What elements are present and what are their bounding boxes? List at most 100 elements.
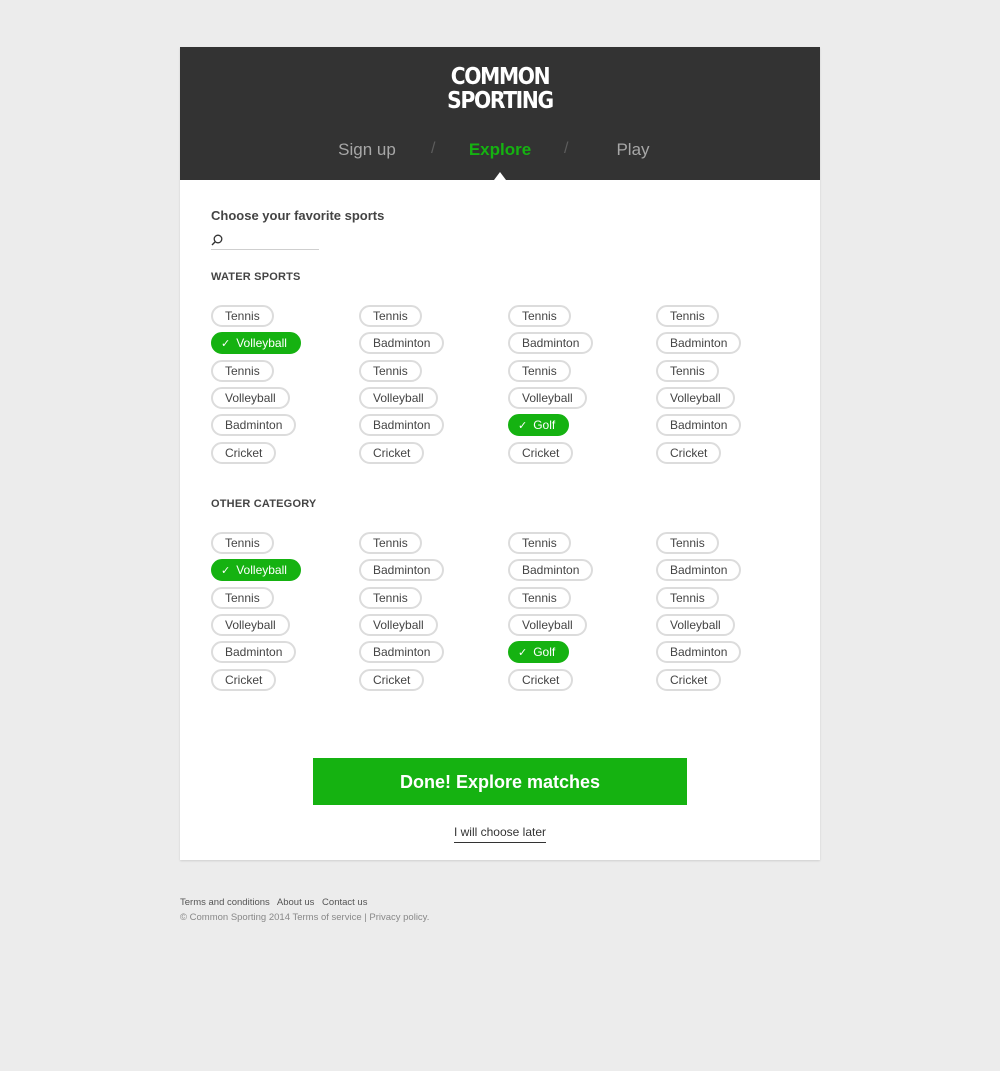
footer-link-about[interactable]: About us: [277, 897, 315, 908]
sport-chip-tennis[interactable]: ✓Tennis: [359, 305, 422, 327]
sport-chip-label: Cricket: [670, 673, 708, 687]
sport-chip-label: Badminton: [670, 645, 728, 659]
header: COMMON SPORTING Sign up / Explore / Play: [180, 47, 820, 180]
sport-chip-tennis[interactable]: ✓Tennis: [508, 360, 571, 382]
sport-chip-tennis[interactable]: ✓Tennis: [211, 532, 274, 554]
sport-chip-volleyball[interactable]: ✓Volleyball: [508, 387, 587, 409]
sport-chip-label: Cricket: [225, 673, 263, 687]
sport-chip-cricket[interactable]: ✓Cricket: [359, 442, 425, 464]
sport-chip-volleyball[interactable]: ✓Volleyball: [211, 614, 290, 636]
sport-chip-label: Badminton: [522, 336, 580, 350]
sport-chip-label: Volleyball: [670, 391, 721, 405]
search-input[interactable]: [227, 232, 317, 248]
sport-chip-cricket[interactable]: ✓Cricket: [211, 442, 277, 464]
sport-chip-label: Badminton: [373, 336, 431, 350]
sport-chip-label: Tennis: [670, 536, 705, 550]
sport-chip-volleyball[interactable]: ✓Volleyball: [211, 332, 301, 354]
footer-links: Terms and conditions About us Contact us: [180, 897, 429, 908]
sport-chip-golf[interactable]: ✓ Golf: [508, 641, 570, 663]
sport-chip-label: Badminton: [670, 336, 728, 350]
signup-card: COMMON SPORTING Sign up / Explore / Play…: [180, 47, 820, 860]
sport-chip-golf[interactable]: ✓ Golf: [508, 414, 570, 436]
sport-chip-label: Tennis: [522, 591, 557, 605]
footer: Terms and conditions About us Contact us…: [180, 897, 429, 923]
check-icon: ✓: [221, 565, 231, 577]
search-icon: [211, 234, 223, 246]
choose-title: Choose your favorite sports: [211, 208, 385, 223]
sport-chip-cricket[interactable]: ✓Cricket: [656, 442, 722, 464]
sport-chip-cricket[interactable]: ✓Cricket: [508, 442, 574, 464]
sport-chip-label: Cricket: [522, 446, 560, 460]
sport-chip-badminton[interactable]: ✓Badminton: [656, 332, 742, 354]
sport-chip-tennis[interactable]: ✓Tennis: [508, 532, 571, 554]
sport-chip-tennis[interactable]: ✓Tennis: [656, 305, 719, 327]
sport-chip-tennis[interactable]: ✓Tennis: [359, 587, 422, 609]
sport-chip-tennis[interactable]: ✓Tennis: [359, 360, 422, 382]
sport-chip-label: Tennis: [225, 309, 260, 323]
sport-chip-tennis[interactable]: ✓Tennis: [508, 587, 571, 609]
footer-link-terms[interactable]: Terms and conditions: [180, 897, 270, 908]
sport-chip-badminton[interactable]: ✓Badminton: [359, 559, 445, 581]
footer-link-terms-of-service[interactable]: Terms of service: [292, 912, 361, 923]
sport-chip-tennis[interactable]: ✓Tennis: [211, 360, 274, 382]
sport-chip-label: Golf: [533, 645, 556, 659]
step-sign-up[interactable]: Sign up: [307, 140, 427, 160]
sport-chip-label: Cricket: [373, 673, 411, 687]
sport-chip-cricket[interactable]: ✓Cricket: [359, 669, 425, 691]
sport-chip-volleyball[interactable]: ✓Volleyball: [211, 387, 290, 409]
footer-link-contact[interactable]: Contact us: [322, 897, 367, 908]
sport-chip-badminton[interactable]: ✓Badminton: [359, 332, 445, 354]
sport-chip-volleyball[interactable]: ✓Volleyball: [508, 614, 587, 636]
sport-chip-badminton[interactable]: ✓Badminton: [359, 641, 445, 663]
sport-chip-badminton[interactable]: ✓Badminton: [211, 414, 297, 436]
logo-line-1: COMMON: [450, 64, 551, 90]
sport-chip-tennis[interactable]: ✓Tennis: [656, 587, 719, 609]
sport-chip-tennis[interactable]: ✓Tennis: [359, 532, 422, 554]
logo-line-2: SPORTING: [447, 88, 554, 114]
sport-chip-badminton[interactable]: ✓Badminton: [359, 414, 445, 436]
footer-link-privacy-policy[interactable]: Privacy policy.: [369, 912, 429, 923]
sport-chip-label: Cricket: [522, 673, 560, 687]
sport-chip-volleyball[interactable]: ✓Volleyball: [359, 387, 438, 409]
sport-chip-label: Badminton: [373, 645, 431, 659]
step-separator: /: [431, 140, 436, 157]
sport-chip-label: Tennis: [373, 591, 408, 605]
sport-chip-label: Tennis: [670, 591, 705, 605]
sport-chip-label: Cricket: [225, 446, 263, 460]
choose-later-link[interactable]: I will choose later: [453, 825, 547, 843]
sport-chip-volleyball[interactable]: ✓Volleyball: [359, 614, 438, 636]
sport-chip-badminton[interactable]: ✓Badminton: [508, 559, 594, 581]
section-title-water-sports: WATER SPORTS: [211, 271, 301, 283]
sport-chip-label: Tennis: [373, 536, 408, 550]
progress-steps: Sign up / Explore / Play: [180, 140, 820, 164]
sport-chip-label: Volleyball: [373, 391, 424, 405]
sport-chip-cricket[interactable]: ✓Cricket: [656, 669, 722, 691]
sport-chip-badminton[interactable]: ✓Badminton: [211, 641, 297, 663]
sport-chip-tennis[interactable]: ✓Tennis: [656, 360, 719, 382]
sport-chip-label: Badminton: [670, 563, 728, 577]
sport-chip-volleyball[interactable]: ✓Volleyball: [656, 387, 735, 409]
sport-chip-cricket[interactable]: ✓Cricket: [508, 669, 574, 691]
step-explore[interactable]: Explore: [440, 140, 560, 160]
sport-chip-cricket[interactable]: ✓Cricket: [211, 669, 277, 691]
sport-chip-tennis[interactable]: ✓Tennis: [656, 532, 719, 554]
sport-chip-badminton[interactable]: ✓Badminton: [656, 559, 742, 581]
sport-chip-volleyball[interactable]: ✓Volleyball: [211, 559, 301, 581]
sport-chip-label: Volleyball: [670, 618, 721, 632]
sport-chip-label: Tennis: [225, 536, 260, 550]
sports-grid-other-category: ✓Tennis ✓ Volleyball ✓Tennis ✓ Volleyball ✓Bad…: [211, 532, 811, 702]
sport-chip-badminton[interactable]: ✓Badminton: [656, 414, 742, 436]
sport-chip-tennis[interactable]: ✓Tennis: [211, 587, 274, 609]
sport-chip-tennis[interactable]: ✓Tennis: [211, 305, 274, 327]
sport-chip-label: Badminton: [225, 418, 283, 432]
sport-chip-badminton[interactable]: ✓Badminton: [656, 641, 742, 663]
sport-chip-label: Golf: [533, 418, 556, 432]
step-play[interactable]: Play: [573, 140, 693, 160]
sport-chip-badminton[interactable]: ✓Badminton: [508, 332, 594, 354]
sports-grid-water-sports: ✓Tennis ✓ Volleyball ✓Tennis ✓ Volleyball ✓Bad…: [211, 305, 811, 475]
sport-chip-label: Badminton: [373, 418, 431, 432]
sport-chip-volleyball[interactable]: ✓Volleyball: [656, 614, 735, 636]
sport-chip-tennis[interactable]: ✓Tennis: [508, 305, 571, 327]
sport-chip-label: Tennis: [225, 591, 260, 605]
done-explore-button[interactable]: Done! Explore matches: [313, 758, 687, 805]
